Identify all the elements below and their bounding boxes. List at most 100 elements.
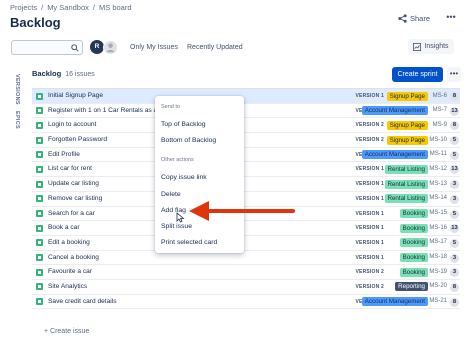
issue-key[interactable]: MS-9 xyxy=(433,122,447,128)
story-points-badge: 8 xyxy=(450,282,459,292)
story-points-badge: 13 xyxy=(450,106,459,116)
issue-key[interactable]: MS-15 xyxy=(429,210,447,216)
backlog-more-button[interactable]: ••• xyxy=(447,67,461,82)
issue-summary: Edit a booking xyxy=(48,238,90,246)
epic-label[interactable]: Rental Listing xyxy=(384,164,428,174)
recently-updated-filter[interactable]: Recently Updated xyxy=(182,40,248,55)
issue-row[interactable]: Site Analytics VERSION 2 Reporting MS-20 8 xyxy=(32,280,460,295)
create-sprint-button[interactable]: Create sprint xyxy=(392,67,443,82)
issue-key[interactable]: MS-17 xyxy=(429,239,447,245)
story-icon xyxy=(36,92,43,100)
story-points-badge: 8 xyxy=(450,297,459,307)
issue-key[interactable]: MS-7 xyxy=(433,107,447,113)
epic-label[interactable]: Account Management xyxy=(361,106,428,116)
issue-row[interactable]: Save credit card detailsVERSION 2Account… xyxy=(32,295,460,310)
insights-label: Insights xyxy=(424,43,449,50)
story-icon xyxy=(36,283,43,291)
issue-row[interactable]: List car for rent VERSION 1 Rental Listing… xyxy=(32,162,460,178)
epic-label[interactable]: Signup Page xyxy=(386,91,428,101)
issue-list: Initial Signup Page VERSION 1 Signup Page M… xyxy=(32,88,460,310)
menu-item-delete[interactable]: Delete xyxy=(161,191,181,198)
issue-row[interactable]: Login to account VERSION 2 Signup Page MS-9… xyxy=(32,118,460,134)
menu-item-bottom-of-backlog[interactable]: Bottom of Backlog xyxy=(161,137,216,144)
issue-summary: Search for a car xyxy=(48,209,95,217)
menu-item-print-selected-card[interactable]: Print selected card xyxy=(161,239,217,246)
issue-key[interactable]: MS-20 xyxy=(429,283,447,289)
search-input[interactable] xyxy=(11,40,83,55)
issue-key[interactable]: MS-16 xyxy=(429,225,447,231)
issue-row[interactable]: Initial Signup Page VERSION 1 Signup Page M… xyxy=(32,89,460,104)
epic-label[interactable]: Signup Page xyxy=(386,135,428,145)
issue-key[interactable]: MS-6 xyxy=(433,93,447,99)
issue-key[interactable]: MS-14 xyxy=(429,195,447,201)
issue-key[interactable]: MS-19 xyxy=(429,269,447,275)
issue-key[interactable]: MS-10 xyxy=(429,137,447,143)
only-my-issues-filter[interactable]: Only My Issues xyxy=(125,40,183,55)
story-points-badge: 13 xyxy=(450,165,459,175)
epic-label[interactable]: Rental Listing xyxy=(384,179,428,189)
issue-key[interactable]: MS-11 xyxy=(430,151,447,157)
epic-label[interactable]: Booking xyxy=(399,267,428,277)
issue-row[interactable]: Cancel a booking VERSION 1 Booking MS-18 3 xyxy=(32,251,460,266)
avatar[interactable]: R xyxy=(90,40,104,54)
story-points-badge: 5 xyxy=(450,238,459,248)
issue-key[interactable]: MS-13 xyxy=(429,181,447,187)
issue-summary: Login to account xyxy=(48,121,97,129)
menu-section-send-to: Send to xyxy=(161,104,180,110)
issue-key[interactable]: MS-18 xyxy=(429,254,447,260)
issue-summary: Book a car xyxy=(48,224,80,232)
epic-label[interactable]: Booking xyxy=(399,223,428,233)
issue-summary: Favourite a car xyxy=(48,268,92,276)
menu-item-split-issue[interactable]: Split issue xyxy=(161,223,192,230)
issue-summary: Save credit card details xyxy=(48,297,117,305)
more-actions-button[interactable]: ••• xyxy=(442,12,460,26)
insights-button[interactable]: Insights xyxy=(408,39,454,54)
context-menu: Send to Top of Backlog Bottom of Backlog… xyxy=(155,96,244,253)
version-label: VERSION 1 xyxy=(355,181,384,188)
story-points-badge: 8 xyxy=(450,92,459,101)
version-label: VERSION 1 xyxy=(355,210,384,217)
epic-label[interactable]: Booking xyxy=(399,253,428,263)
epic-label[interactable]: Account Management xyxy=(361,150,428,160)
story-points-badge: 8 xyxy=(450,121,459,131)
story-points-badge: 3 xyxy=(450,253,459,263)
create-issue-link[interactable]: + Create issue xyxy=(44,328,89,335)
issue-row[interactable]: Edit a booking VERSION 1 Booking MS-17 5 xyxy=(32,236,460,251)
issue-row[interactable]: Favourite a car VERSION 2 Booking MS-19 3 xyxy=(32,265,460,280)
tab-versions[interactable]: VERSIONS xyxy=(14,74,20,105)
issue-key[interactable]: MS-21 xyxy=(429,298,447,304)
search-icon xyxy=(71,44,79,52)
share-label: Share xyxy=(410,14,431,23)
issue-summary: Site Analytics xyxy=(48,282,88,290)
epic-label[interactable]: Account Management xyxy=(361,297,428,307)
story-icon xyxy=(36,239,43,247)
breadcrumb-projects[interactable]: Projects xyxy=(10,3,37,12)
version-label: VERSION 1 xyxy=(355,225,384,232)
story-icon xyxy=(36,121,43,129)
issue-summary: Update car listing xyxy=(48,180,99,188)
issue-row[interactable]: Update car listing VERSION 1 Rental Listin… xyxy=(32,177,460,192)
issue-row[interactable]: Forgotten Password VERSION 2 Signup Page MS… xyxy=(32,133,460,148)
epic-label[interactable]: Reporting xyxy=(395,282,428,292)
issue-row[interactable]: Edit ProfileVERSION 2Account ManagementM… xyxy=(32,148,460,163)
breadcrumb-board[interactable]: MS board xyxy=(99,3,132,12)
epic-label[interactable]: Signup Page xyxy=(386,120,428,130)
menu-item-top-of-backlog[interactable]: Top of Backlog xyxy=(161,121,206,128)
menu-item-copy-issue-link[interactable]: Copy issue link xyxy=(161,174,207,181)
epic-label[interactable]: Rental Listing xyxy=(384,194,428,204)
issue-key[interactable]: MS-12 xyxy=(429,166,447,172)
epic-label[interactable]: Booking xyxy=(399,209,428,218)
tab-epics[interactable]: EPICS xyxy=(14,111,20,129)
story-points-badge: 3 xyxy=(450,268,459,278)
breadcrumb: Projects / My Sandbox / MS board xyxy=(10,3,132,12)
breadcrumb-sandbox[interactable]: My Sandbox xyxy=(47,3,89,12)
share-button[interactable]: Share xyxy=(398,14,430,23)
story-icon xyxy=(36,136,43,144)
issue-row[interactable]: Book a car VERSION 1 Booking MS-16 13 xyxy=(32,221,460,236)
version-label: VERSION 1 xyxy=(355,166,384,173)
avatar-placeholder[interactable] xyxy=(103,40,118,55)
issue-row[interactable]: Register with 1 on 1 Car Rentals as a CV… xyxy=(32,104,460,119)
backlog-title: Backlog xyxy=(32,69,62,78)
story-points-badge: 3 xyxy=(450,180,459,190)
epic-label[interactable]: Booking xyxy=(399,238,428,248)
